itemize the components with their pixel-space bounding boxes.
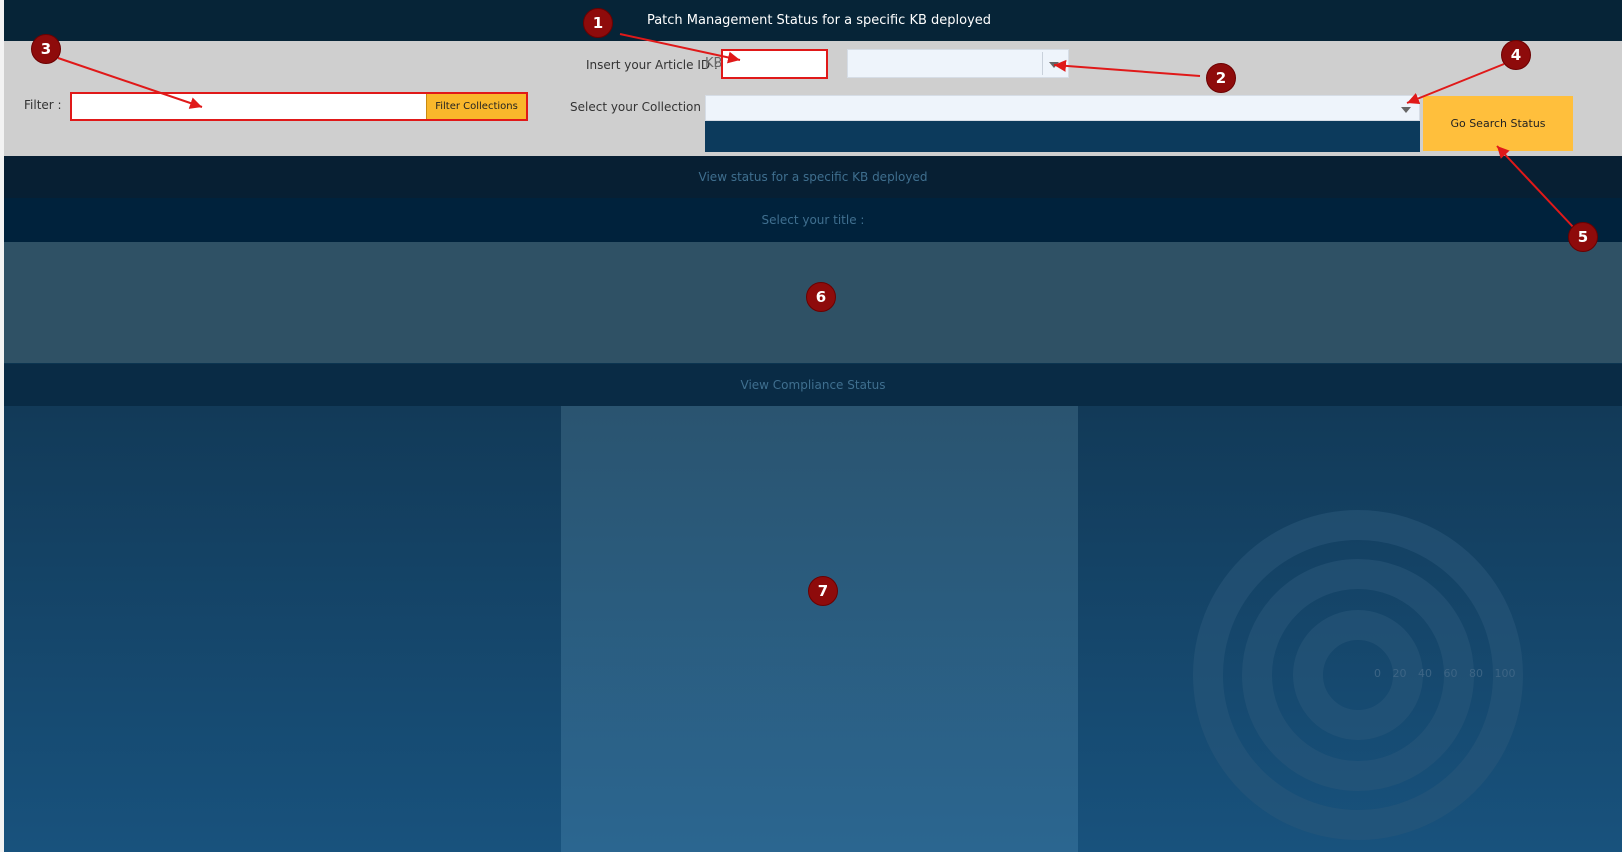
annotation-6: 6 [806,282,836,312]
filter-group: Filter Collections [70,92,528,121]
article-dropdown[interactable] [847,49,1069,78]
patch-management-app: Patch Management Status for a specific K… [4,0,1622,852]
view-kb-header: View status for a specific KB deployed [4,156,1622,198]
article-id-input[interactable] [721,49,828,79]
annotation-1: 1 [583,8,613,38]
gauge-rings [1193,510,1523,840]
go-search-status-button[interactable]: Go Search Status [1423,96,1573,151]
dropdown-separator [1042,52,1043,75]
title-bar: Patch Management Status for a specific K… [4,0,1622,41]
chevron-down-icon[interactable] [1401,107,1411,113]
compliance-header: View Compliance Status [4,363,1622,407]
compliance-panel-gauge [1078,406,1622,852]
page-title: Patch Management Status for a specific K… [646,13,992,28]
collection-list[interactable] [705,121,1420,152]
annotation-3: 3 [31,34,61,64]
select-title-label: Select your title : [4,198,1622,242]
filter-collections-button[interactable]: Filter Collections [426,94,526,119]
chevron-down-icon[interactable] [1049,62,1059,68]
filter-input[interactable] [72,94,427,119]
collection-dropdown[interactable] [705,95,1420,121]
collection-label: Select your Collection : [570,100,709,114]
compliance-panel-left [4,406,561,852]
filter-label: Filter : [24,98,62,112]
annotation-5: 5 [1568,222,1598,252]
article-id-label: Insert your Article ID : [586,58,718,72]
annotation-2: 2 [1206,63,1236,93]
kb-prefix: KB [705,56,723,71]
compliance-panel-chart [561,406,1078,852]
annotation-7: 7 [808,576,838,606]
annotation-4: 4 [1501,40,1531,70]
gauge-tick-labels: 0 20 40 60 80 100 [1374,667,1516,680]
